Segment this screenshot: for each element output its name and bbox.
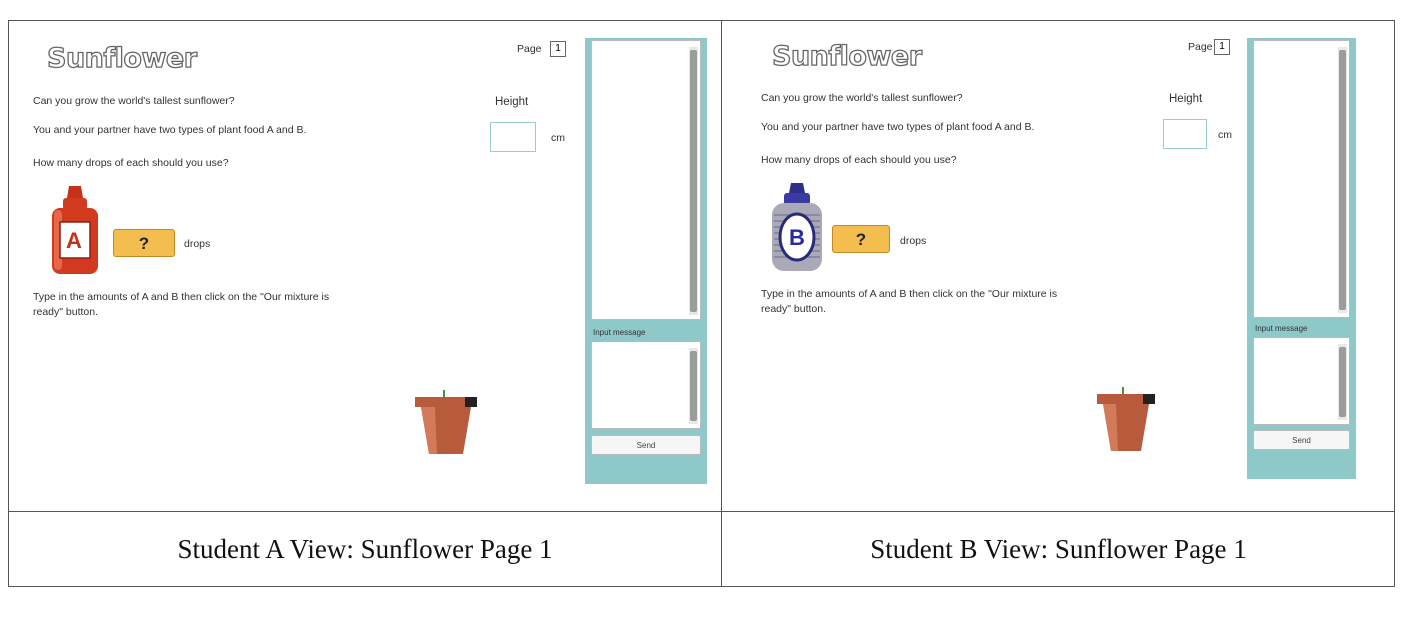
drops-b-button[interactable]: ? [832,225,890,253]
chat-log[interactable] [591,40,701,320]
message-input-scrollbar[interactable] [1338,344,1347,420]
figure-frame: Sunflower Page 1 Can you grow the world'… [8,20,1395,587]
drops-label: drops [184,238,211,250]
scroll-thumb[interactable] [1339,347,1346,417]
message-input[interactable] [1253,337,1350,425]
send-button[interactable]: Send [1253,430,1350,450]
message-input[interactable] [591,341,701,429]
scroll-thumb[interactable] [690,351,697,421]
height-label: Height [1169,93,1203,105]
page-number-box[interactable]: 1 [550,41,566,57]
prompt-text: How many drops of each should you use? [33,157,229,169]
height-input[interactable] [1163,119,1207,149]
prompt-text: How many drops of each should you use? [761,154,957,166]
input-message-label: Input message [1255,324,1308,333]
chat-panel: Input message Send [585,38,707,484]
chat-log-scrollbar[interactable] [1338,47,1347,313]
chat-log[interactable] [1253,40,1350,318]
question-text: Can you grow the world's tallest sunflow… [33,95,235,107]
chat-log-scrollbar[interactable] [689,47,698,315]
height-unit: cm [551,132,565,144]
caption-student-a: Student A View: Sunflower Page 1 [177,534,553,564]
bottle-letter: B [789,225,805,250]
page-label: Page [1188,41,1213,53]
caption-divider [9,511,1395,512]
app-title: Sunflower [771,40,922,72]
message-input-scrollbar[interactable] [689,348,698,424]
instruction-text: Type in the amounts of A and B then clic… [761,288,1058,315]
caption-student-b: Student B View: Sunflower Page 1 [870,534,1247,564]
height-label: Height [495,96,529,108]
intro-text: You and your partner have two types of p… [761,121,1035,133]
student-a-view: Sunflower Page 1 Can you grow the world'… [9,21,721,511]
flower-pot-icon [415,390,477,454]
drops-label: drops [900,235,927,247]
height-unit: cm [1218,129,1232,141]
flower-pot-icon [1097,387,1155,451]
drops-a-button[interactable]: ? [113,229,175,257]
app-title: Sunflower [46,42,197,74]
instruction-text: Type in the amounts of A and B then clic… [33,291,330,318]
chat-panel: Input message Send [1247,38,1356,479]
intro-text: You and your partner have two types of p… [33,124,307,136]
send-button[interactable]: Send [591,435,701,455]
input-message-label: Input message [593,328,646,337]
height-input[interactable] [490,122,536,152]
page-number-box[interactable]: 1 [1214,39,1230,55]
bottle-letter: A [66,228,82,253]
student-b-view: Sunflower Page 1 Can you grow the world'… [722,21,1395,511]
page-label: Page [517,43,542,55]
scroll-thumb[interactable] [1339,50,1346,310]
question-text: Can you grow the world's tallest sunflow… [761,92,963,104]
scroll-thumb[interactable] [690,50,697,312]
